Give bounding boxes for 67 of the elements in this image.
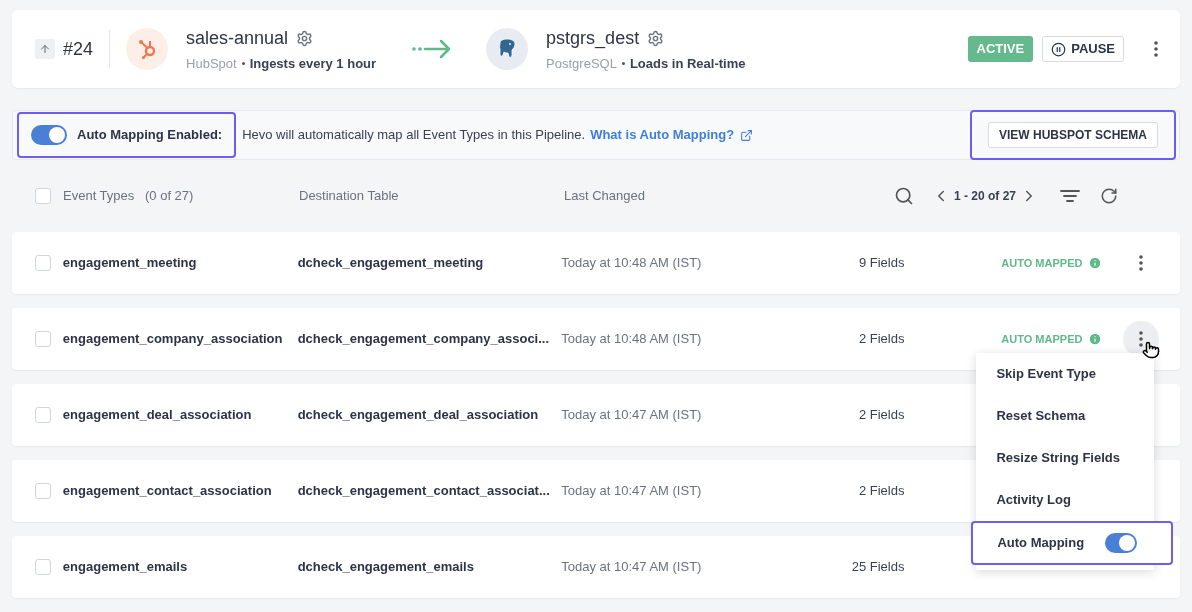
- more-options-button[interactable]: [1154, 41, 1158, 57]
- status-label: AUTO MAPPED: [1001, 331, 1083, 347]
- hubspot-logo: [126, 28, 169, 70]
- destination-table: dcheck_engagement_deal_association: [297, 405, 562, 425]
- refresh-icon[interactable]: [1100, 187, 1119, 205]
- info-icon[interactable]: [1088, 332, 1103, 346]
- checkbox[interactable]: [35, 559, 51, 575]
- toggle-switch[interactable]: [31, 125, 67, 145]
- pipeline-number: #24: [63, 37, 94, 61]
- pipeline-name: sales-annual: [186, 26, 289, 50]
- more-options-icon: [1154, 41, 1158, 57]
- checkbox[interactable]: [35, 331, 51, 347]
- column-header: Destination Table: [299, 187, 400, 206]
- event-type-name: engagement_company_association: [62, 330, 284, 349]
- search-icon[interactable]: [894, 186, 914, 206]
- event-count: (0 of 27): [145, 187, 195, 206]
- menu-item-label: Auto Mapping: [997, 534, 1085, 553]
- connector-type: PostgreSQL: [546, 54, 617, 73]
- info-icon[interactable]: [1088, 256, 1103, 270]
- menu-item[interactable]: Auto Mapping: [971, 521, 1174, 565]
- pause-icon: [1051, 41, 1067, 57]
- auto-mapping-label: Auto Mapping Enabled:: [77, 126, 223, 145]
- more-options-icon: [1139, 255, 1144, 271]
- toggle-switch[interactable]: [1105, 533, 1138, 553]
- arrow-icon: [412, 37, 453, 61]
- settings-icon[interactable]: [647, 29, 665, 47]
- schedule-text: Ingests every 1 hour: [249, 54, 377, 73]
- field-count: 2 Fields: [858, 482, 905, 501]
- field-count: 2 Fields: [858, 406, 905, 425]
- checkbox[interactable]: [35, 483, 51, 499]
- last-changed: Today at 10:48 AM (IST): [561, 254, 703, 273]
- more-options-icon: [1139, 331, 1144, 347]
- schedule-text: Loads in Real-time: [629, 54, 746, 73]
- pipeline-name: pstgrs_dest: [546, 26, 640, 51]
- destination-table: dcheck_engagement_meeting: [297, 253, 562, 273]
- event-type-name: engagement_contact_association: [62, 482, 273, 501]
- destination-table: dcheck_engagement_company_associ...: [297, 329, 562, 349]
- settings-icon[interactable]: [296, 29, 314, 47]
- pause-button[interactable]: PAUSE: [1042, 36, 1124, 62]
- arrow-up-icon: [39, 43, 51, 55]
- last-changed: Today at 10:47 AM (IST): [561, 406, 703, 425]
- event-row[interactable]: engagement_meeting dcheck_engagement_meeting Today at 10:48 AM (IST) 9 Fields AUTO MAPPED: [12, 232, 1180, 294]
- checkbox[interactable]: [35, 407, 51, 423]
- destination-table: dcheck_engagement_contact_associat...: [297, 481, 562, 501]
- field-count: 2 Fields: [858, 330, 905, 349]
- checkbox[interactable]: [35, 255, 51, 271]
- sort-button[interactable]: [35, 39, 55, 59]
- status-label: AUTO MAPPED: [1001, 255, 1083, 271]
- event-type-name: engagement_meeting: [62, 254, 198, 273]
- elephant-logo: [486, 28, 529, 70]
- column-header: Event Types: [63, 187, 136, 206]
- banner-text: Hevo will automatically map all Event Types in this Pipeline.: [242, 126, 586, 145]
- menu-item[interactable]: Activity Log: [976, 479, 1155, 521]
- field-count: 9 Fields: [858, 254, 905, 273]
- menu-item[interactable]: Reset Schema: [976, 395, 1155, 437]
- pagination-text: 1 - 20 of 27: [954, 188, 1017, 205]
- last-changed: Today at 10:47 AM (IST): [561, 482, 703, 501]
- external-link-icon: [740, 128, 754, 142]
- status-badge: ACTIVE: [967, 36, 1034, 62]
- filter-icon[interactable]: [1060, 189, 1081, 203]
- event-type-name: engagement_deal_association: [62, 406, 253, 425]
- checkbox[interactable]: [35, 188, 51, 204]
- connector-type: HubSpot: [186, 54, 237, 73]
- help-link[interactable]: What is Auto Mapping?: [590, 125, 754, 145]
- view-schema-button[interactable]: VIEW HUBSPOT SCHEMA: [988, 122, 1158, 148]
- column-header: Last Changed: [564, 187, 646, 206]
- last-changed: Today at 10:48 AM (IST): [561, 330, 703, 349]
